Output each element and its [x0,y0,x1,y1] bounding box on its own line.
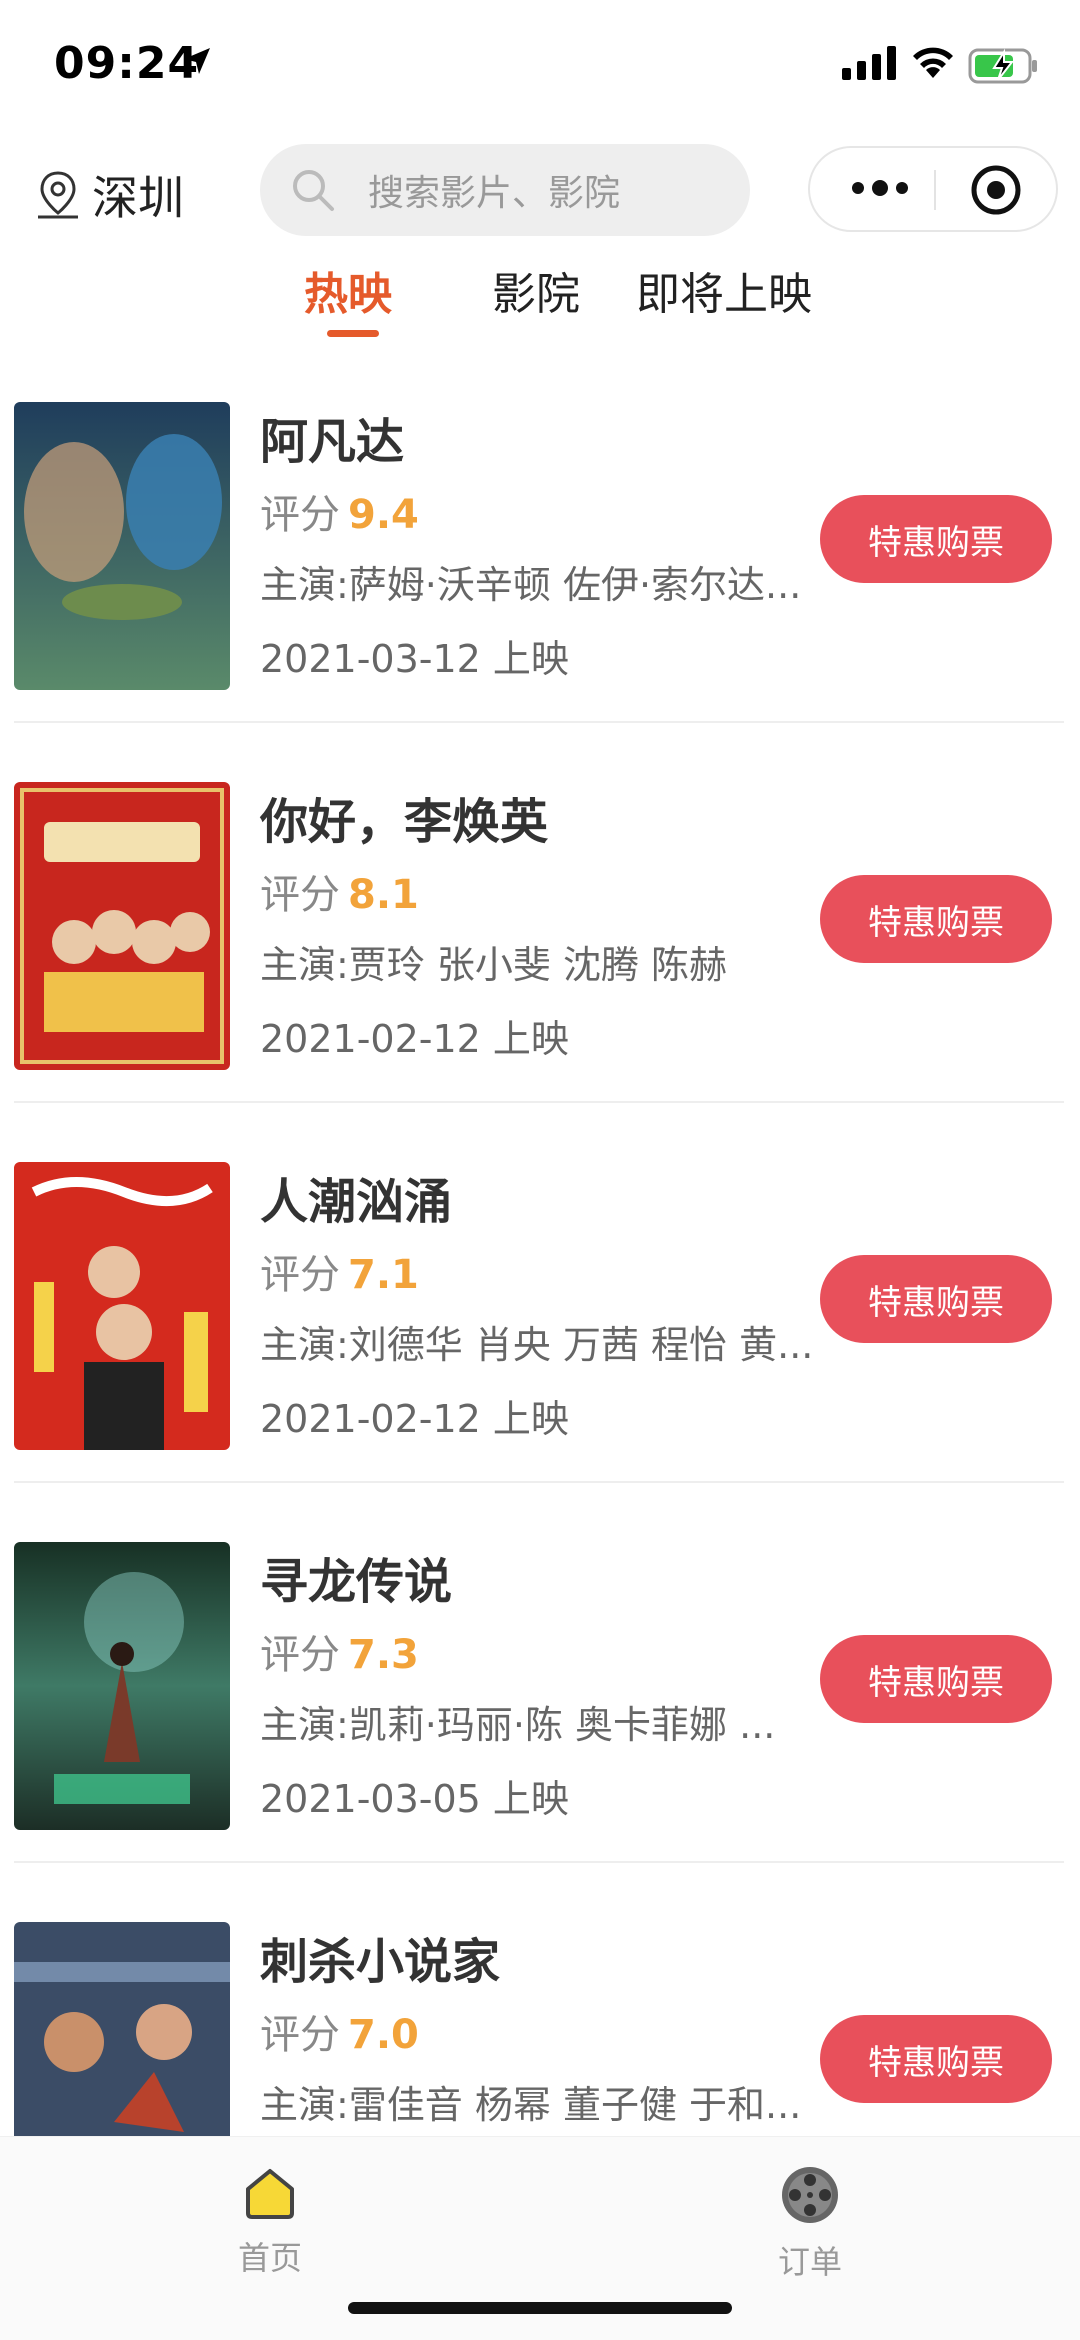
movie-title: 寻龙传说 [260,1554,453,1610]
tab-coming-soon[interactable]: 即将上映 [636,258,812,322]
movie-cast: 主演:贾玲 张小斐 沈腾 陈赫 [260,943,728,987]
movie-poster[interactable] [14,1162,230,1450]
movie-cast: 主演:刘德华 肖央 万茜 程怡 黄... [260,1323,814,1367]
tabbar-orders[interactable]: 订单 [740,2163,880,2283]
movie-release-date: 2021-02-12 上映 [260,1017,569,1061]
tab-cinemas[interactable]: 影院 [492,258,580,322]
movie-release-date: 2021-03-12 上映 [260,637,569,681]
more-icon[interactable] [850,178,910,198]
rating-value: 7.1 [348,1252,419,1298]
location-arrow-icon [184,48,210,74]
header: 深圳 搜索影片、影院 [0,132,1080,242]
wifi-icon [913,47,953,78]
film-reel-icon [782,2167,838,2223]
search-placeholder: 搜索影片、影院 [368,173,621,214]
buy-ticket-button[interactable]: 特惠购票 [820,1635,1052,1723]
movie-cast: 主演:雷佳音 杨幂 董子健 于和... [260,2083,802,2127]
movie-rating: 评分 9.4 [260,482,419,540]
movie-release-date: 2021-03-05 上映 [260,1777,569,1821]
buy-ticket-button[interactable]: 特惠购票 [820,2015,1052,2103]
active-tab-indicator [327,330,379,337]
movie-rating: 评分 7.0 [260,2002,419,2060]
movie-title: 你好，李焕英 [260,794,549,850]
close-miniprogram-icon[interactable] [970,164,1022,216]
movie-rating: 评分 7.1 [260,1242,419,1300]
buy-ticket-button[interactable]: 特惠购票 [820,495,1052,583]
city-selector[interactable]: 深圳 [34,162,184,228]
location-pin-icon [38,171,78,219]
rating-label: 评分 [260,1252,340,1298]
rating-label: 评分 [260,872,340,918]
movie-item[interactable]: 人潮汹涌 评分 7.1 主演:刘德华 肖央 万茜 程怡 黄... 2021-02-… [14,1142,1064,1522]
status-bar: 09:24 [0,0,1080,132]
home-icon [246,2169,294,2219]
city-label: 深圳 [92,171,184,225]
tab-now-showing[interactable]: 热映 [304,258,392,322]
search-icon [293,170,334,211]
divider [14,1101,1064,1103]
movie-rating: 评分 7.3 [260,1622,419,1680]
movie-title: 人潮汹涌 [260,1174,453,1230]
category-tabs: 热映 影院 即将上映 [0,246,1080,342]
search-input[interactable]: 搜索影片、影院 [260,144,750,236]
buy-ticket-button[interactable]: 特惠购票 [820,875,1052,963]
status-time: 09:24 [54,38,200,89]
movie-title: 刺杀小说家 [260,1934,501,1990]
movie-cast: 主演:萨姆·沃辛顿 佐伊·索尔达... [260,563,802,607]
home-indicator [348,2302,732,2314]
rating-label: 评分 [260,2012,340,2058]
rating-value: 8.1 [348,872,419,918]
tabbar-home-label: 首页 [237,2239,302,2277]
rating-label: 评分 [260,1632,340,1678]
battery-icon [968,48,1037,84]
movie-poster[interactable] [14,402,230,690]
buy-ticket-button[interactable]: 特惠购票 [820,1255,1052,1343]
divider [14,1481,1064,1483]
rating-value: 7.0 [348,2012,419,2058]
movie-release-date: 2021-02-12 上映 [260,1397,569,1441]
capsule-divider [934,170,936,210]
movie-poster[interactable] [14,782,230,1070]
cellular-signal-icon [842,46,896,80]
movie-poster[interactable] [14,1542,230,1830]
tabbar-home[interactable]: 首页 [200,2163,340,2279]
movie-rating: 评分 8.1 [260,862,419,920]
miniprogram-capsule [808,146,1058,232]
movie-title: 阿凡达 [260,414,405,470]
movie-item[interactable]: 寻龙传说 评分 7.3 主演:凯莉·玛丽·陈 奥卡菲娜 ... 2021-03-0… [14,1522,1064,1902]
movie-item[interactable]: 你好，李焕英 评分 8.1 主演:贾玲 张小斐 沈腾 陈赫 2021-02-12 … [14,762,1064,1142]
divider [14,1861,1064,1863]
movie-item[interactable]: 阿凡达 评分 9.4 主演:萨姆·沃辛顿 佐伊·索尔达... 2021-03-12… [14,382,1064,762]
rating-value: 7.3 [348,1632,419,1678]
rating-label: 评分 [260,492,340,538]
movie-cast: 主演:凯莉·玛丽·陈 奥卡菲娜 ... [260,1703,776,1747]
tabbar-orders-label: 订单 [777,2243,842,2281]
divider [14,721,1064,723]
rating-value: 9.4 [348,492,419,538]
